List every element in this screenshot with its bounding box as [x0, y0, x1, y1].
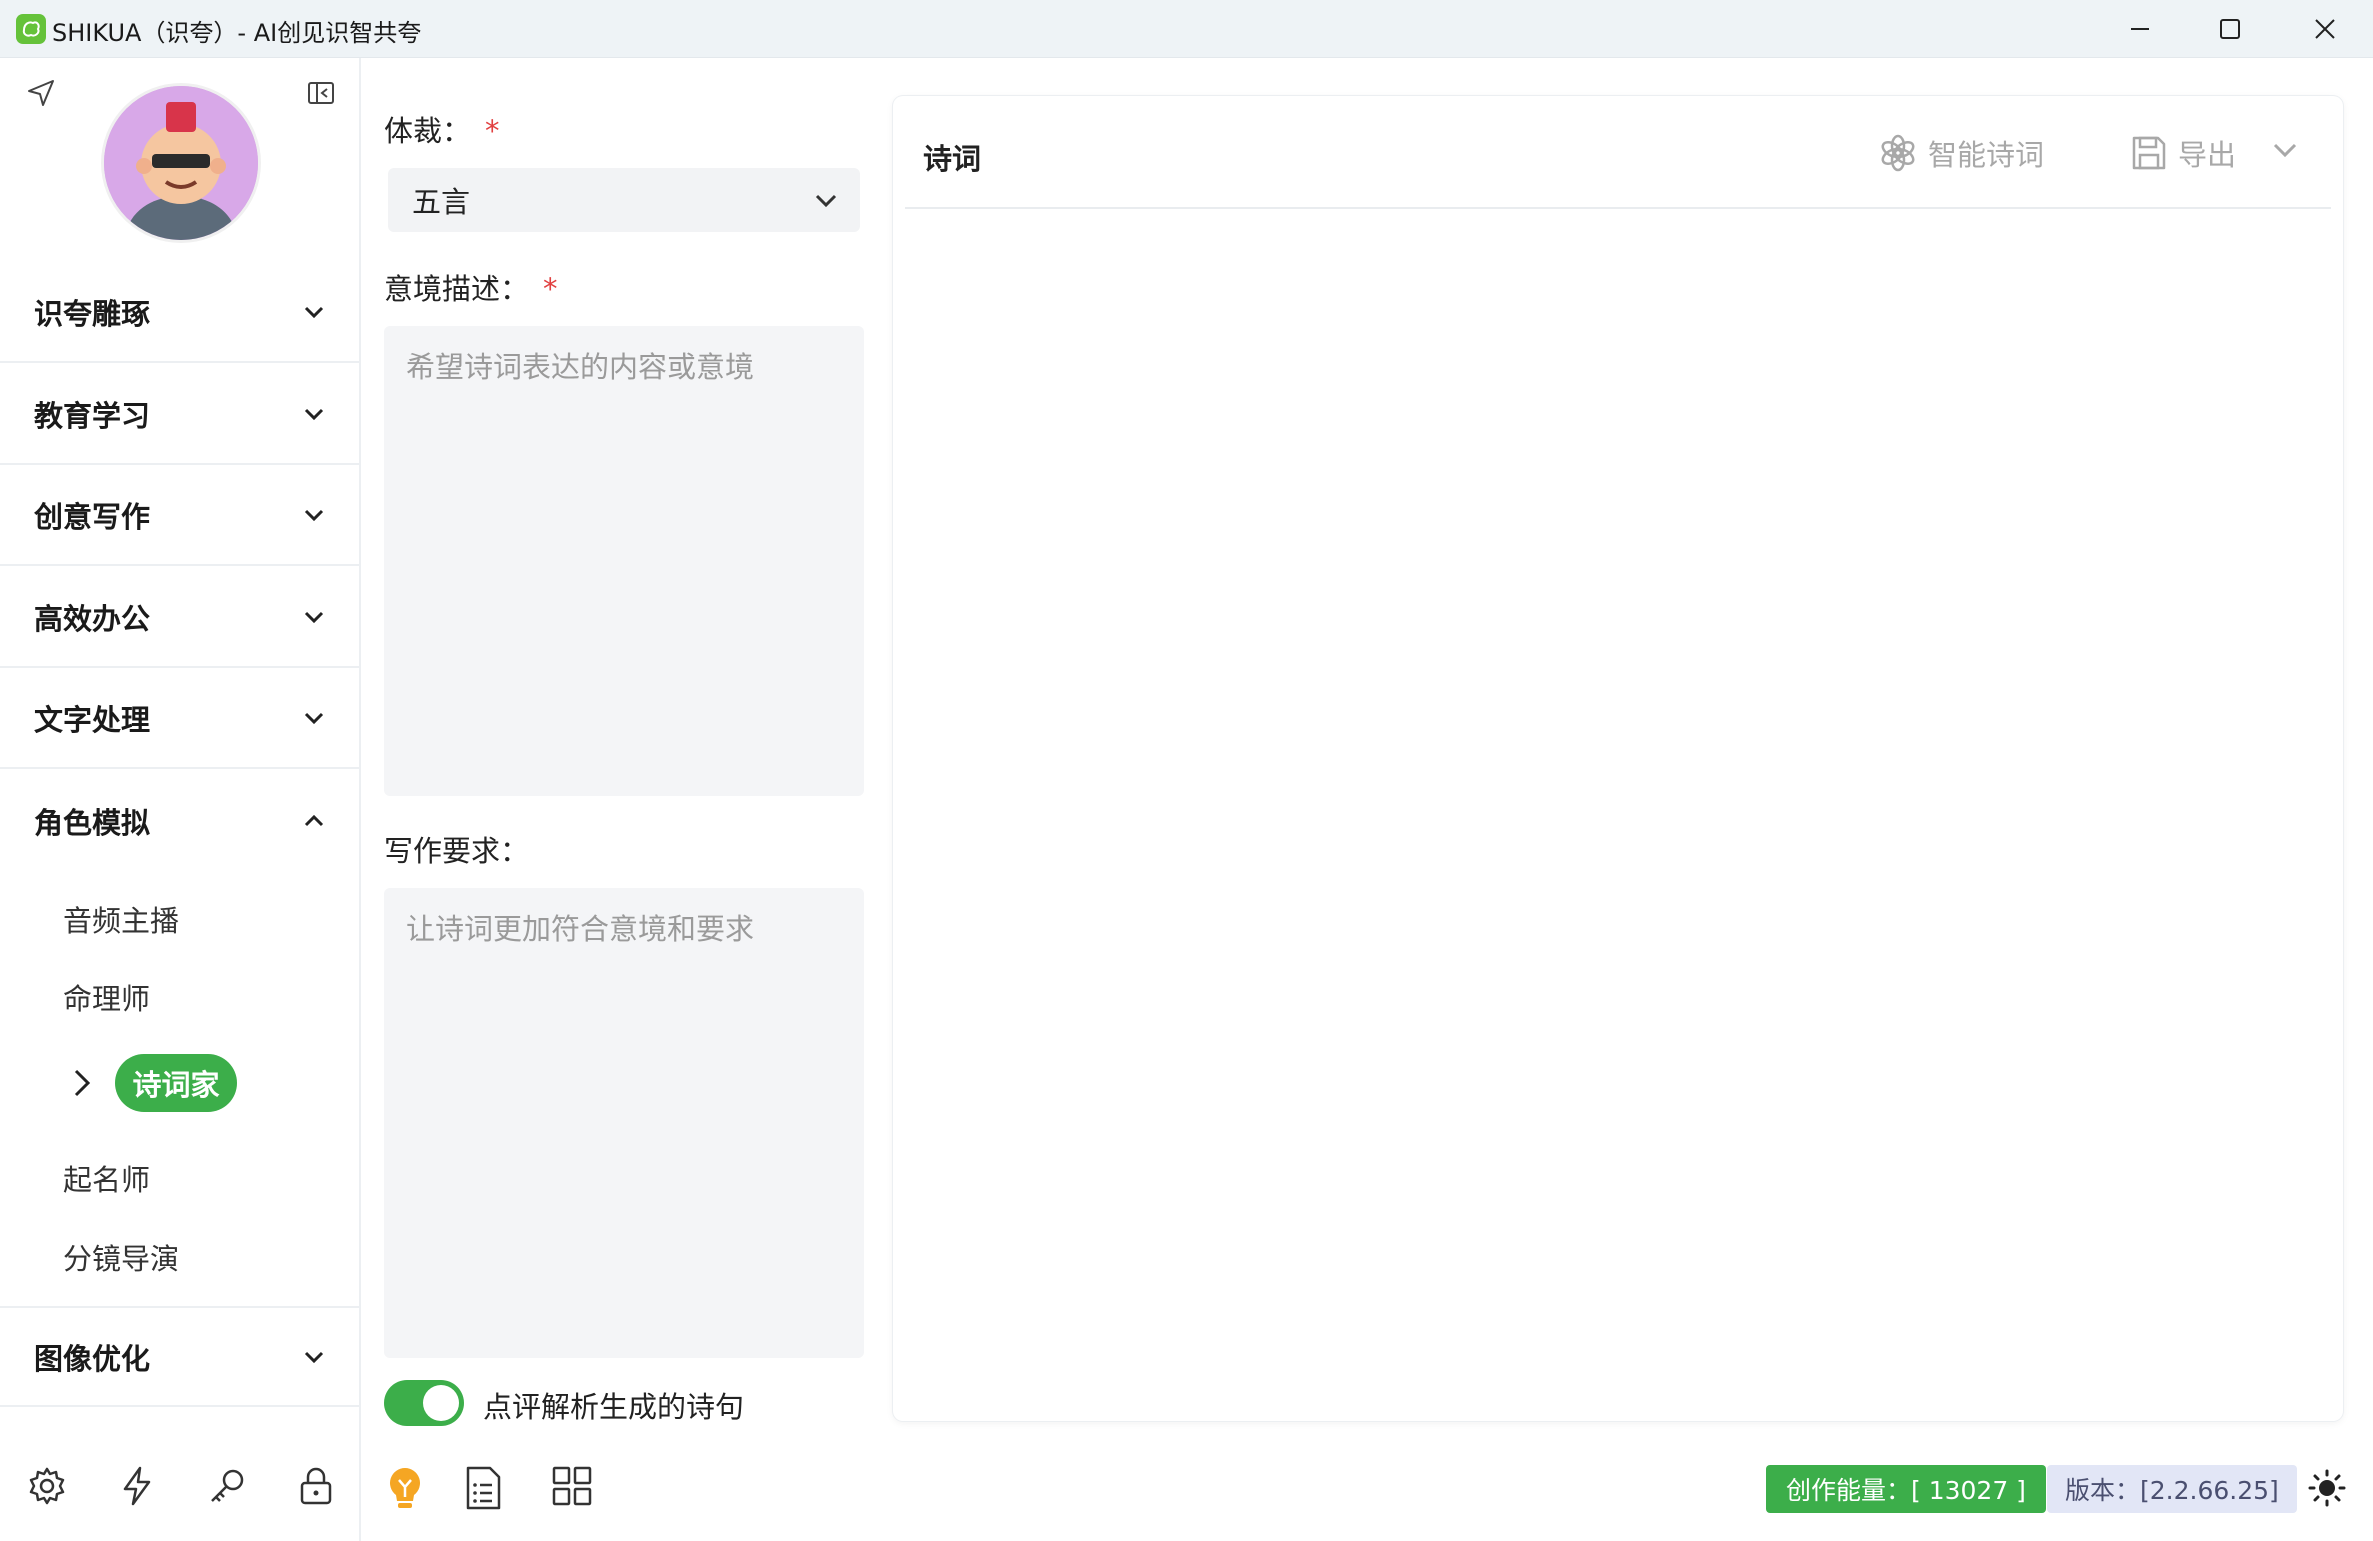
genre-label-text: 体裁： — [384, 114, 472, 148]
creation-energy-badge: 创作能量：[ 13027 ] — [1766, 1465, 2046, 1513]
grid-icon[interactable] — [551, 1465, 593, 1511]
menu-group-polish[interactable]: 识夸雕琢 — [0, 262, 359, 363]
chevron-down-icon — [815, 194, 837, 208]
card-title: 诗词 — [923, 142, 982, 176]
settings-icon[interactable] — [26, 1465, 68, 1511]
sun-icon[interactable] — [2308, 1469, 2346, 1511]
export-button[interactable]: 导出 — [2130, 132, 2236, 174]
collapse-sidebar-icon[interactable] — [306, 78, 336, 112]
minimize-button[interactable] — [2095, 0, 2185, 58]
menu-group-writing[interactable]: 创意写作 — [0, 465, 359, 566]
genre-select[interactable]: 五言 — [388, 168, 860, 232]
chevron-down-icon — [299, 1342, 329, 1372]
avatar[interactable] — [101, 83, 261, 243]
genre-label: 体裁： * — [384, 108, 500, 150]
generate-poem-label: 智能诗词 — [1928, 138, 2045, 172]
window-title: SHIKUA（识夸）- AI创见识智共夸 — [52, 19, 422, 47]
title-bar: SHIKUA（识夸）- AI创见识智共夸 — [0, 0, 2373, 58]
key-icon[interactable] — [206, 1465, 248, 1511]
close-button[interactable] — [2280, 0, 2370, 58]
sidebar-item-poet[interactable]: 诗词家 — [115, 1054, 237, 1112]
menu-group-label: 识夸雕琢 — [34, 296, 151, 331]
chevron-up-icon — [299, 806, 329, 836]
export-label: 导出 — [2178, 138, 2237, 172]
version-badge: 版本：[2.2.66.25] — [2047, 1465, 2297, 1513]
mood-label: 意境描述： * — [384, 266, 558, 308]
menu-group-text[interactable]: 文字处理 — [0, 668, 359, 769]
sidebar-item-storyboard[interactable]: 分镜导演 — [63, 1236, 179, 1278]
lightning-icon[interactable] — [116, 1465, 158, 1511]
mood-description-input[interactable]: 希望诗词表达的内容或意境 — [384, 326, 864, 796]
menu-group-label: 创意写作 — [34, 499, 151, 534]
export-options-button[interactable] — [2271, 136, 2299, 164]
requirements-label: 写作要求： — [384, 834, 530, 868]
menu-group-image[interactable]: 图像优化 — [0, 1306, 359, 1407]
chevron-right-icon — [70, 1067, 94, 1103]
send-icon[interactable] — [26, 78, 56, 112]
menu-group-role[interactable]: 角色模拟 — [0, 770, 359, 871]
openai-icon — [1881, 134, 1915, 172]
menu-group-label: 高效办公 — [34, 601, 151, 636]
comment-toggle[interactable] — [384, 1380, 464, 1426]
required-mark: * — [485, 114, 500, 148]
sidebar-item-fortune-teller[interactable]: 命理师 — [63, 976, 150, 1018]
lock-icon[interactable] — [295, 1465, 337, 1511]
sidebar-item-audio-host[interactable]: 音频主播 — [63, 898, 179, 940]
chevron-down-icon — [299, 500, 329, 530]
card-divider — [905, 207, 2331, 209]
chevron-down-icon — [2273, 143, 2297, 158]
menu-group-label: 教育学习 — [34, 398, 151, 433]
lightbulb-icon[interactable] — [385, 1465, 425, 1515]
genre-selected-value: 五言 — [412, 185, 471, 219]
chevron-down-icon — [299, 399, 329, 429]
mood-label-text: 意境描述： — [384, 272, 530, 306]
menu-group-education[interactable]: 教育学习 — [0, 364, 359, 465]
save-icon — [2132, 136, 2166, 170]
app-logo-icon — [16, 14, 46, 44]
menu-group-office[interactable]: 高效办公 — [0, 567, 359, 668]
menu-group-label: 角色模拟 — [34, 805, 151, 840]
chevron-down-icon — [299, 297, 329, 327]
menu-group-label: 文字处理 — [34, 702, 151, 737]
menu-group-label: 图像优化 — [34, 1341, 151, 1376]
poem-result-card: 诗词 智能诗词 导出 — [893, 96, 2343, 1421]
comment-toggle-label: 点评解析生成的诗句 — [483, 1390, 745, 1424]
generate-poem-button[interactable]: 智能诗词 — [1878, 132, 2044, 174]
toggle-knob — [423, 1385, 459, 1421]
sidebar-item-naming[interactable]: 起名师 — [63, 1157, 150, 1199]
maximize-button[interactable] — [2185, 0, 2275, 58]
required-mark: * — [543, 272, 558, 306]
chevron-down-icon — [299, 602, 329, 632]
requirements-input[interactable]: 让诗词更加符合意境和要求 — [384, 888, 864, 1358]
list-document-icon[interactable] — [462, 1465, 504, 1515]
chevron-down-icon — [299, 703, 329, 733]
